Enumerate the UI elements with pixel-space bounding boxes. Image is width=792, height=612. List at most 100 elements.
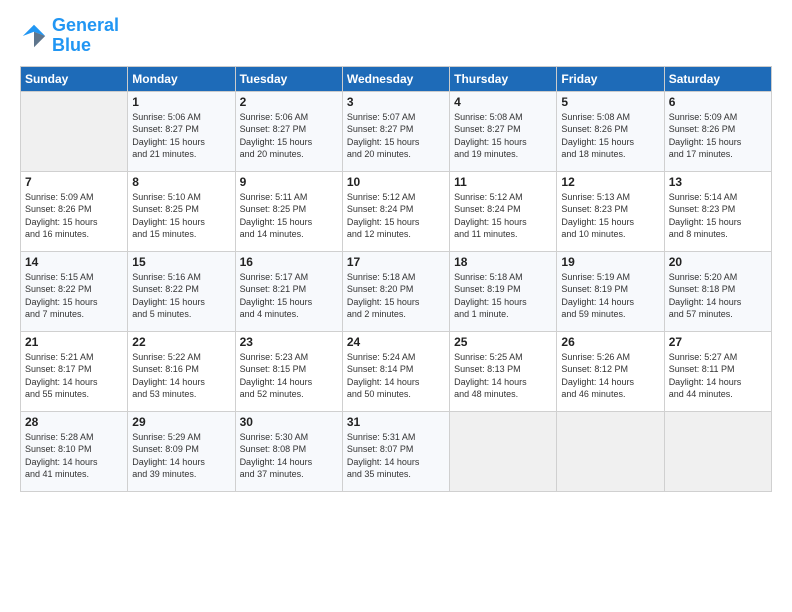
- day-number: 27: [669, 335, 767, 349]
- calendar-cell: 25 Sunrise: 5:25 AM Sunset: 8:13 PM Dayli…: [450, 331, 557, 411]
- day-number: 30: [240, 415, 338, 429]
- cell-info: Sunrise: 5:18 AM Sunset: 8:19 PM Dayligh…: [454, 271, 552, 321]
- day-number: 20: [669, 255, 767, 269]
- day-number: 17: [347, 255, 445, 269]
- calendar-cell: 3Sunrise: 5:07 AM Sunset: 8:27 PM Daylig…: [342, 91, 449, 171]
- cell-info: Sunrise: 5:18 AM Sunset: 8:20 PM Dayligh…: [347, 271, 445, 321]
- cell-info: Sunrise: 5:20 AM Sunset: 8:18 PM Dayligh…: [669, 271, 767, 321]
- day-header-saturday: Saturday: [664, 66, 771, 91]
- day-header-tuesday: Tuesday: [235, 66, 342, 91]
- cell-info: Sunrise: 5:13 AM Sunset: 8:23 PM Dayligh…: [561, 191, 659, 241]
- calendar-cell: 21Sunrise: 5:21 AM Sunset: 8:17 PM Dayli…: [21, 331, 128, 411]
- calendar-cell: 15 Sunrise: 5:16 AM Sunset: 8:22 PM Dayli…: [128, 251, 235, 331]
- calendar-week-row: 1Sunrise: 5:06 AM Sunset: 8:27 PM Daylig…: [21, 91, 772, 171]
- day-number: 3: [347, 95, 445, 109]
- day-number: 7: [25, 175, 123, 189]
- day-number: 19: [561, 255, 659, 269]
- calendar-week-row: 28 Sunrise: 5:28 AM Sunset: 8:10 PM Dayli…: [21, 411, 772, 491]
- calendar-cell: 23 Sunrise: 5:23 AM Sunset: 8:15 PM Dayli…: [235, 331, 342, 411]
- header: General Blue: [20, 16, 772, 56]
- cell-info: Sunrise: 5:12 AM Sunset: 8:24 PM Dayligh…: [454, 191, 552, 241]
- calendar-cell: 31Sunrise: 5:31 AM Sunset: 8:07 PM Dayli…: [342, 411, 449, 491]
- cell-info: Sunrise: 5:09 AM Sunset: 8:26 PM Dayligh…: [25, 191, 123, 241]
- logo: General Blue: [20, 16, 119, 56]
- cell-info: Sunrise: 5:11 AM Sunset: 8:25 PM Dayligh…: [240, 191, 338, 241]
- calendar-cell: 1Sunrise: 5:06 AM Sunset: 8:27 PM Daylig…: [128, 91, 235, 171]
- cell-info: Sunrise: 5:29 AM Sunset: 8:09 PM Dayligh…: [132, 431, 230, 481]
- calendar-cell: 27 Sunrise: 5:27 AM Sunset: 8:11 PM Dayli…: [664, 331, 771, 411]
- calendar-cell: 6Sunrise: 5:09 AM Sunset: 8:26 PM Daylig…: [664, 91, 771, 171]
- logo-text: General Blue: [52, 16, 119, 56]
- calendar-cell: 16 Sunrise: 5:17 AM Sunset: 8:21 PM Dayli…: [235, 251, 342, 331]
- calendar-cell: [664, 411, 771, 491]
- day-number: 11: [454, 175, 552, 189]
- calendar-header-row: SundayMondayTuesdayWednesdayThursdayFrid…: [21, 66, 772, 91]
- day-number: 10: [347, 175, 445, 189]
- calendar-cell: [450, 411, 557, 491]
- calendar-week-row: 7 Sunrise: 5:09 AM Sunset: 8:26 PM Daylig…: [21, 171, 772, 251]
- day-number: 18: [454, 255, 552, 269]
- cell-info: Sunrise: 5:28 AM Sunset: 8:10 PM Dayligh…: [25, 431, 123, 481]
- calendar-cell: [21, 91, 128, 171]
- day-header-sunday: Sunday: [21, 66, 128, 91]
- day-number: 24: [347, 335, 445, 349]
- calendar-cell: 7 Sunrise: 5:09 AM Sunset: 8:26 PM Daylig…: [21, 171, 128, 251]
- calendar-cell: 24 Sunrise: 5:24 AM Sunset: 8:14 PM Dayli…: [342, 331, 449, 411]
- calendar-cell: 20 Sunrise: 5:20 AM Sunset: 8:18 PM Dayli…: [664, 251, 771, 331]
- cell-info: Sunrise: 5:31 AM Sunset: 8:07 PM Dayligh…: [347, 431, 445, 481]
- cell-info: Sunrise: 5:08 AM Sunset: 8:26 PM Dayligh…: [561, 111, 659, 161]
- cell-info: Sunrise: 5:24 AM Sunset: 8:14 PM Dayligh…: [347, 351, 445, 401]
- calendar-cell: 11 Sunrise: 5:12 AM Sunset: 8:24 PM Dayli…: [450, 171, 557, 251]
- calendar-week-row: 14 Sunrise: 5:15 AM Sunset: 8:22 PM Dayli…: [21, 251, 772, 331]
- cell-info: Sunrise: 5:26 AM Sunset: 8:12 PM Dayligh…: [561, 351, 659, 401]
- logo-icon: [20, 22, 48, 50]
- day-number: 21: [25, 335, 123, 349]
- day-number: 5: [561, 95, 659, 109]
- calendar-cell: 4Sunrise: 5:08 AM Sunset: 8:27 PM Daylig…: [450, 91, 557, 171]
- calendar-cell: 9 Sunrise: 5:11 AM Sunset: 8:25 PM Daylig…: [235, 171, 342, 251]
- cell-info: Sunrise: 5:27 AM Sunset: 8:11 PM Dayligh…: [669, 351, 767, 401]
- calendar-cell: [557, 411, 664, 491]
- cell-info: Sunrise: 5:14 AM Sunset: 8:23 PM Dayligh…: [669, 191, 767, 241]
- calendar-cell: 12 Sunrise: 5:13 AM Sunset: 8:23 PM Dayli…: [557, 171, 664, 251]
- calendar-cell: 13 Sunrise: 5:14 AM Sunset: 8:23 PM Dayli…: [664, 171, 771, 251]
- cell-info: Sunrise: 5:09 AM Sunset: 8:26 PM Dayligh…: [669, 111, 767, 161]
- day-header-monday: Monday: [128, 66, 235, 91]
- cell-info: Sunrise: 5:08 AM Sunset: 8:27 PM Dayligh…: [454, 111, 552, 161]
- calendar-cell: 18 Sunrise: 5:18 AM Sunset: 8:19 PM Dayli…: [450, 251, 557, 331]
- calendar-table: SundayMondayTuesdayWednesdayThursdayFrid…: [20, 66, 772, 492]
- cell-info: Sunrise: 5:10 AM Sunset: 8:25 PM Dayligh…: [132, 191, 230, 241]
- calendar-body: 1Sunrise: 5:06 AM Sunset: 8:27 PM Daylig…: [21, 91, 772, 491]
- day-number: 12: [561, 175, 659, 189]
- day-number: 28: [25, 415, 123, 429]
- cell-info: Sunrise: 5:12 AM Sunset: 8:24 PM Dayligh…: [347, 191, 445, 241]
- day-number: 15: [132, 255, 230, 269]
- day-number: 9: [240, 175, 338, 189]
- day-number: 29: [132, 415, 230, 429]
- page: General Blue SundayMondayTuesdayWednesda…: [0, 0, 792, 502]
- day-number: 2: [240, 95, 338, 109]
- day-number: 22: [132, 335, 230, 349]
- day-header-thursday: Thursday: [450, 66, 557, 91]
- day-number: 16: [240, 255, 338, 269]
- calendar-cell: 29 Sunrise: 5:29 AM Sunset: 8:09 PM Dayli…: [128, 411, 235, 491]
- cell-info: Sunrise: 5:23 AM Sunset: 8:15 PM Dayligh…: [240, 351, 338, 401]
- day-number: 25: [454, 335, 552, 349]
- calendar-cell: 14 Sunrise: 5:15 AM Sunset: 8:22 PM Dayli…: [21, 251, 128, 331]
- day-header-wednesday: Wednesday: [342, 66, 449, 91]
- cell-info: Sunrise: 5:15 AM Sunset: 8:22 PM Dayligh…: [25, 271, 123, 321]
- cell-info: Sunrise: 5:19 AM Sunset: 8:19 PM Dayligh…: [561, 271, 659, 321]
- cell-info: Sunrise: 5:25 AM Sunset: 8:13 PM Dayligh…: [454, 351, 552, 401]
- cell-info: Sunrise: 5:06 AM Sunset: 8:27 PM Dayligh…: [132, 111, 230, 161]
- day-number: 13: [669, 175, 767, 189]
- day-number: 23: [240, 335, 338, 349]
- calendar-cell: 28 Sunrise: 5:28 AM Sunset: 8:10 PM Dayli…: [21, 411, 128, 491]
- calendar-cell: 26Sunrise: 5:26 AM Sunset: 8:12 PM Dayli…: [557, 331, 664, 411]
- cell-info: Sunrise: 5:30 AM Sunset: 8:08 PM Dayligh…: [240, 431, 338, 481]
- day-number: 8: [132, 175, 230, 189]
- cell-info: Sunrise: 5:16 AM Sunset: 8:22 PM Dayligh…: [132, 271, 230, 321]
- day-number: 14: [25, 255, 123, 269]
- cell-info: Sunrise: 5:22 AM Sunset: 8:16 PM Dayligh…: [132, 351, 230, 401]
- calendar-cell: 2Sunrise: 5:06 AM Sunset: 8:27 PM Daylig…: [235, 91, 342, 171]
- cell-info: Sunrise: 5:17 AM Sunset: 8:21 PM Dayligh…: [240, 271, 338, 321]
